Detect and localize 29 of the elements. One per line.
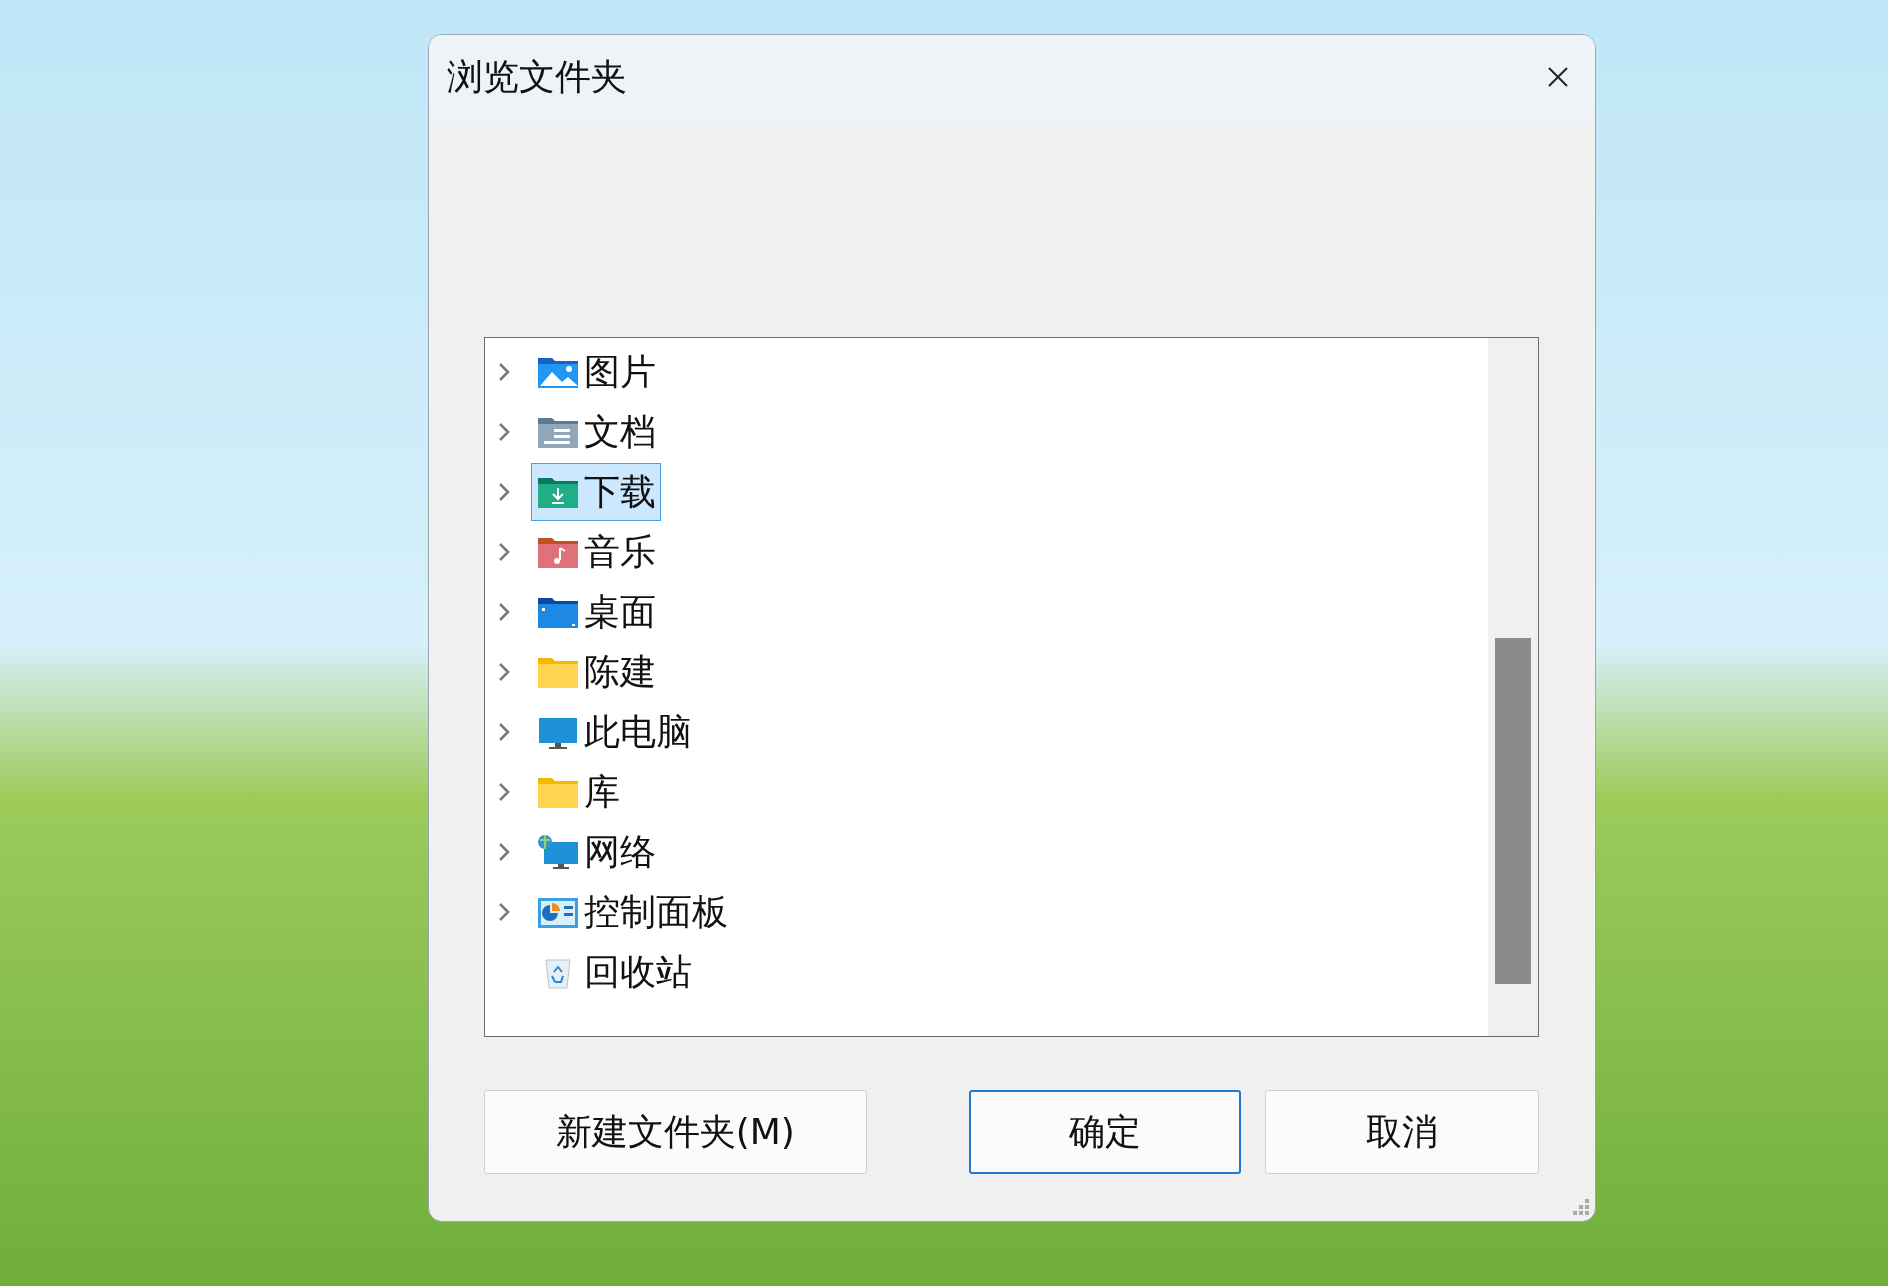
tree-item[interactable]: 文档 bbox=[531, 403, 661, 461]
tree-item[interactable]: 此电脑 bbox=[531, 703, 697, 761]
new-folder-button[interactable]: 新建文件夹(M) bbox=[484, 1090, 867, 1174]
ok-button[interactable]: 确定 bbox=[968, 1090, 1242, 1174]
tree-item[interactable]: 控制面板 bbox=[531, 883, 733, 941]
tree-item[interactable]: 库 bbox=[531, 763, 625, 821]
expand-chevron-icon[interactable] bbox=[497, 601, 511, 623]
expand-chevron-icon[interactable] bbox=[497, 781, 511, 803]
expand-chevron-icon[interactable] bbox=[497, 901, 511, 923]
tree-item[interactable]: 陈建 bbox=[531, 643, 661, 701]
expand-chevron-icon[interactable] bbox=[497, 361, 511, 383]
expand-chevron-icon[interactable] bbox=[497, 841, 511, 863]
network-monitor-icon bbox=[536, 833, 580, 871]
close-icon[interactable] bbox=[1547, 66, 1569, 88]
window-title: 浏览文件夹 bbox=[447, 54, 627, 99]
expand-chevron-icon[interactable] bbox=[497, 421, 511, 443]
tree-item[interactable]: 音乐 bbox=[531, 523, 661, 581]
tree-item[interactable]: 图片 bbox=[531, 343, 661, 401]
cancel-button[interactable]: 取消 bbox=[1265, 1090, 1539, 1174]
tree-item[interactable]: 桌面 bbox=[531, 583, 661, 641]
tree-item[interactable]: 下载 bbox=[531, 463, 661, 521]
resize-grip-icon[interactable] bbox=[1571, 1197, 1591, 1217]
expand-chevron-icon[interactable] bbox=[497, 481, 511, 503]
expand-chevron-icon[interactable] bbox=[497, 661, 511, 683]
tree-item[interactable]: 网络 bbox=[531, 823, 661, 881]
expand-chevron-icon[interactable] bbox=[497, 721, 511, 743]
scrollbar-thumb[interactable] bbox=[1495, 638, 1531, 984]
tree-item[interactable]: 回收站 bbox=[531, 943, 697, 1001]
expand-chevron-icon[interactable] bbox=[497, 541, 511, 563]
